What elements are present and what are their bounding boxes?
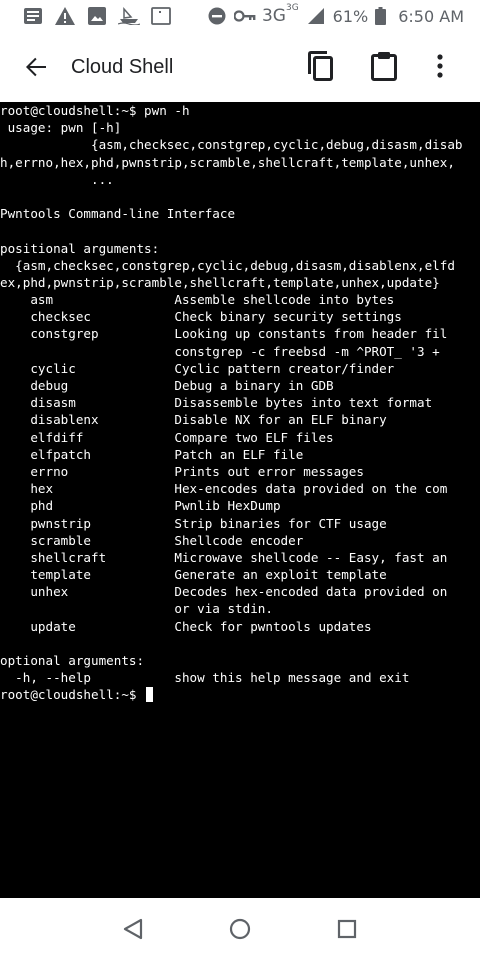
nav-back-button[interactable] <box>109 905 157 953</box>
square-icon <box>150 5 172 27</box>
terminal-line: shellcraft Microwave shellcode -- Easy, … <box>0 549 448 565</box>
terminal-line: cyclic Cyclic pattern creator/finder <box>0 360 395 376</box>
dnd-icon <box>206 5 228 27</box>
terminal-line: hex Hex-encodes data provided on the com <box>0 481 448 497</box>
terminal-line: {asm,checksec,constgrep,cyclic,debug,dis… <box>0 257 455 273</box>
terminal-line: elfdiff Compare two ELF files <box>0 429 334 445</box>
system-status: 3G3G 61% 6:50 AM <box>206 3 464 27</box>
notification-icons <box>22 5 172 27</box>
signal-icon <box>305 5 327 27</box>
terminal-cursor <box>146 687 154 703</box>
terminal-line: asm Assemble shellcode into bytes <box>0 292 395 308</box>
terminal-line: ex,phd,pwnstrip,scramble,shellcraft,temp… <box>0 274 440 290</box>
terminal-line: template Generate an exploit template <box>0 567 387 583</box>
warning-icon <box>54 5 76 27</box>
terminal-prompt-line[interactable]: root@cloudshell:~$ <box>0 686 480 703</box>
system-nav-bar <box>0 898 480 960</box>
image-icon <box>86 5 108 27</box>
battery-icon <box>374 5 386 27</box>
terminal-line: root@cloudshell:~$ pwn -h <box>0 103 190 118</box>
battery-percent: 61% <box>332 6 369 26</box>
terminal-line: elfpatch Patch an ELF file <box>0 446 304 462</box>
copy-icon <box>308 51 333 81</box>
app-bar-actions <box>300 44 452 88</box>
terminal-line: ... <box>0 171 114 187</box>
network-indicator: 3G3G <box>261 3 299 26</box>
back-nav-icon <box>124 918 143 940</box>
nav-home-button[interactable] <box>216 905 264 953</box>
terminal-line: {asm,checksec,constgrep,cyclic,debug,dis… <box>0 137 463 153</box>
more-vert-icon <box>437 54 443 78</box>
copy-button[interactable] <box>300 44 340 88</box>
app-bar: Cloud Shell <box>0 32 480 102</box>
terminal-line: debug Debug a binary in GDB <box>0 378 334 393</box>
terminal-line: scramble Shellcode encoder <box>0 532 304 548</box>
more-options-button[interactable] <box>428 44 452 88</box>
terminal-line: Pwntools Command-line Interface <box>0 206 236 222</box>
terminal-line: constgrep -c freebsd -m ^PROT_ '3 + <box>0 343 440 359</box>
terminal-line: optional arguments: <box>0 653 145 668</box>
terminal-line: checksec Check binary security settings <box>0 309 402 325</box>
terminal-line: constgrep Looking up constants from head… <box>0 326 448 342</box>
terminal-output[interactable]: root@cloudshell:~$ pwn -h usage: pwn [-h… <box>0 102 480 898</box>
terminal-line: phd Pwnlib HexDump <box>0 498 281 514</box>
back-arrow-icon <box>26 57 46 77</box>
home-nav-icon <box>229 918 251 940</box>
terminal-line: errno Prints out error messages <box>0 463 364 479</box>
terminal-line: disablenx Disable NX for an ELF binary <box>0 412 387 428</box>
terminal-line: disasm Disassemble bytes into text forma… <box>0 395 433 411</box>
terminal-line: -h, --help show this help message and ex… <box>0 670 410 686</box>
terminal-line: h,errno,hex,phd,pwnstrip,scramble,shellc… <box>0 154 455 170</box>
page-title: Cloud Shell <box>71 55 174 78</box>
terminal-line: update Check for pwntools updates <box>0 618 372 634</box>
news-icon <box>22 5 44 27</box>
terminal-line: usage: pwn [-h] <box>0 120 122 136</box>
clock: 6:50 AM <box>398 6 464 26</box>
terminal-prompt: root@cloudshell:~$ <box>0 687 145 703</box>
terminal-line: or via stdin. <box>0 601 273 617</box>
paste-button[interactable] <box>364 44 404 88</box>
terminal-line: positional arguments: <box>0 240 160 256</box>
key-icon <box>233 5 256 27</box>
status-bar: 3G3G 61% 6:50 AM <box>0 0 480 32</box>
terminal-line: pwnstrip Strip binaries for CTF usage <box>0 515 387 531</box>
recents-nav-icon <box>337 919 356 939</box>
boat-icon <box>118 5 140 27</box>
clipboard-icon <box>371 52 397 81</box>
nav-recents-button[interactable] <box>323 905 371 953</box>
terminal-line: unhex Decodes hex-encoded data provided … <box>0 584 448 600</box>
back-arrow-button[interactable] <box>16 47 56 87</box>
